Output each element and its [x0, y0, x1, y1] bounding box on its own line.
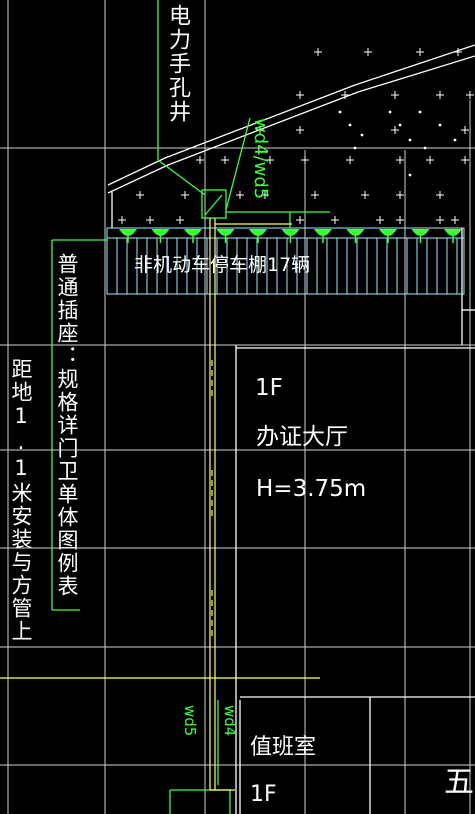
duty-room-label: 值班室	[250, 735, 317, 760]
hall-height-label: H=3.75m	[256, 476, 367, 502]
light-fixture-icon	[119, 229, 137, 243]
landscape-dot-pattern	[338, 110, 457, 177]
conduit-route	[0, 218, 320, 791]
light-fixture-icon	[379, 229, 397, 243]
socket-note: 普通插座：规格详门卫单体图例表	[55, 253, 79, 598]
hall-name-label: 办证大厅	[256, 424, 348, 450]
light-fixture-icon	[216, 229, 235, 243]
light-fixture-icon	[346, 229, 365, 243]
cable-tag-wd5: wd5	[181, 705, 199, 737]
duty-room-floor-label: 1F	[250, 782, 277, 807]
cable-tag-wd4: wd4	[221, 705, 239, 737]
cable-tag-top: wd4/wd5	[250, 118, 271, 200]
power-wiring	[51, 0, 330, 814]
socket-height-note: 距地1.1米安装与方管上	[9, 358, 33, 643]
power-well-label: 电力手孔井	[165, 4, 190, 124]
shed-light-fixtures	[119, 229, 462, 243]
edge-text: 五	[444, 765, 474, 800]
bike-shed-label: 非机动车停车棚17辆	[134, 254, 311, 276]
hall-floor-label: 1F	[255, 375, 283, 401]
light-fixture-icon	[249, 229, 267, 243]
